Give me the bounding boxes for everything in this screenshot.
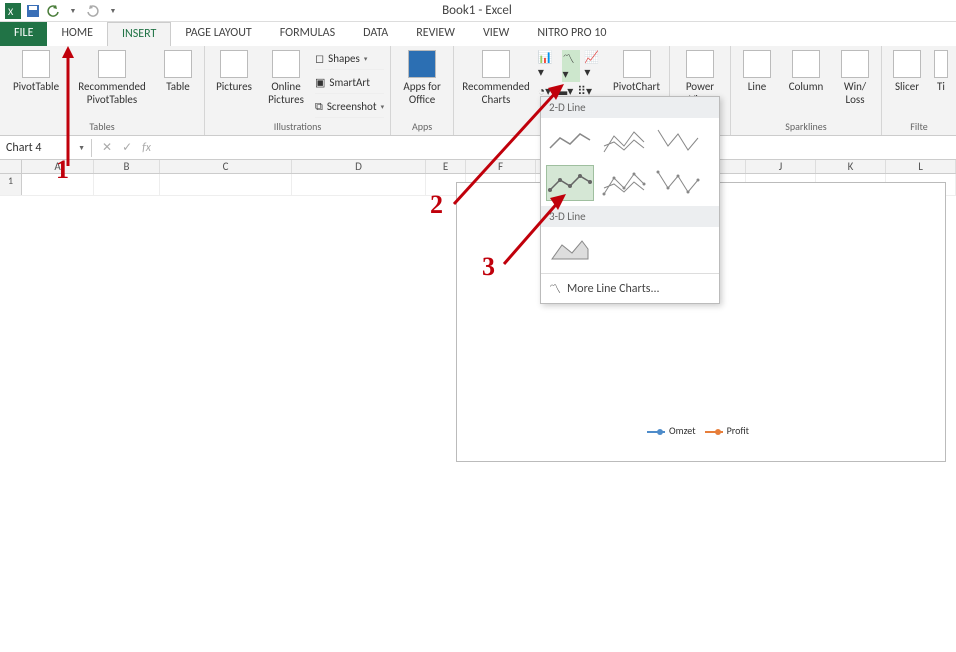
column-headers: A B C D E F G H I J K L xyxy=(0,160,956,174)
group-filters: Slicer Ti Filte xyxy=(882,46,956,135)
undo-icon[interactable] xyxy=(44,2,62,20)
col-F[interactable]: F xyxy=(466,160,536,173)
tab-file[interactable]: FILE xyxy=(0,22,47,46)
cell[interactable] xyxy=(22,174,94,195)
tab-data[interactable]: DATA xyxy=(349,22,402,46)
svg-text:X: X xyxy=(8,5,14,18)
chart-icon: 〽 xyxy=(549,280,561,297)
undo-dropdown-icon[interactable]: ▼ xyxy=(64,2,82,20)
group-illustrations: Pictures Online Pictures ◻Shapes ▾ ▣Smar… xyxy=(205,46,391,135)
col-B[interactable]: B xyxy=(94,160,160,173)
enter-icon[interactable]: ✓ xyxy=(122,140,132,155)
more-line-charts-button[interactable]: 〽More Line Charts... xyxy=(541,273,719,303)
spreadsheet-grid: A B C D E F G H I J K L 1 tle Omzet Prof… xyxy=(0,160,956,196)
col-D[interactable]: D xyxy=(292,160,426,173)
group-sparklines: Line Column Win/ Loss Sparklines xyxy=(731,46,882,135)
tab-pagelayout[interactable]: PAGE LAYOUT xyxy=(171,22,265,46)
shapes-icon: ◻ xyxy=(315,52,324,65)
col-C[interactable]: C xyxy=(160,160,292,173)
sparkline-winloss-button[interactable]: Win/ Loss xyxy=(835,48,875,120)
fx-icon[interactable]: fx xyxy=(142,141,151,155)
chart-bar-icon[interactable]: 📊▾ xyxy=(538,50,558,82)
group-label-sparklines: Sparklines xyxy=(737,120,875,133)
smartart-button[interactable]: ▣SmartArt xyxy=(315,72,384,94)
tab-home[interactable]: HOME xyxy=(47,22,107,46)
sparkline-column-button[interactable]: Column xyxy=(783,48,829,120)
line-3d-chart-type[interactable] xyxy=(547,233,593,267)
group-label-apps: Apps xyxy=(397,120,447,133)
tab-view[interactable]: VIEW xyxy=(469,22,523,46)
group-label-illustrations: Illustrations xyxy=(211,120,384,133)
line-chart-dropdown: 2-D Line 3-D Line 〽More Line Charts... xyxy=(540,96,720,304)
line-chart-type-2[interactable] xyxy=(601,124,647,158)
excel-icon: X xyxy=(4,2,22,20)
select-all-corner[interactable] xyxy=(0,160,22,173)
pivottable-button[interactable]: PivotTable xyxy=(6,48,66,120)
redo-dropdown-icon[interactable]: ▼ xyxy=(104,2,122,20)
sparkline-line-button[interactable]: Line xyxy=(737,48,777,120)
cell[interactable] xyxy=(160,174,292,195)
cell[interactable] xyxy=(94,174,160,195)
apps-for-office-button[interactable]: Apps for Office xyxy=(397,48,447,120)
line-chart-type-1[interactable] xyxy=(547,124,593,158)
group-apps: Apps for Office Apps xyxy=(391,46,454,135)
shapes-smartart-screenshot: ◻Shapes ▾ ▣SmartArt ⧉Screenshot ▾ xyxy=(315,48,384,120)
dropdown-section-2d: 2-D Line xyxy=(541,97,719,118)
group-tables: PivotTable Recommended PivotTables Table… xyxy=(0,46,205,135)
screenshot-button[interactable]: ⧉Screenshot ▾ xyxy=(315,96,384,118)
chart-line-icon[interactable]: 〽▾ xyxy=(562,50,581,82)
row-header[interactable]: 1 xyxy=(0,174,22,195)
tab-nitro[interactable]: NITRO PRO 10 xyxy=(523,22,620,46)
titlebar: X ▼ ▼ Book1 - Excel xyxy=(0,0,956,22)
col-A[interactable]: A xyxy=(22,160,94,173)
ribbon: PivotTable Recommended PivotTables Table… xyxy=(0,46,956,136)
timeline-button[interactable]: Ti xyxy=(932,48,950,120)
group-label-tables: Tables xyxy=(6,120,198,133)
line-chart-type-3[interactable] xyxy=(655,124,701,158)
tab-insert[interactable]: INSERT xyxy=(107,22,171,46)
line-chart-type-5[interactable] xyxy=(601,166,647,200)
col-K[interactable]: K xyxy=(816,160,886,173)
tab-review[interactable]: REVIEW xyxy=(402,22,469,46)
name-box[interactable]: Chart 4▼ xyxy=(0,139,92,157)
chart-legend: Omzet Profit xyxy=(461,424,935,437)
col-J[interactable]: J xyxy=(746,160,816,173)
formula-bar: Chart 4▼ ✕ ✓ fx xyxy=(0,136,956,160)
window-title: Book1 - Excel xyxy=(124,3,830,18)
chart-stock-icon[interactable]: 📈▾ xyxy=(584,50,604,82)
cell[interactable] xyxy=(292,174,426,195)
col-E[interactable]: E xyxy=(426,160,466,173)
screenshot-icon: ⧉ xyxy=(315,100,323,114)
recommended-pivottables-button[interactable]: Recommended PivotTables xyxy=(72,48,152,120)
pictures-button[interactable]: Pictures xyxy=(211,48,257,120)
recommended-charts-button[interactable]: Recommended Charts xyxy=(460,48,532,133)
redo-icon[interactable] xyxy=(84,2,102,20)
tab-formulas[interactable]: FORMULAS xyxy=(266,22,349,46)
line-chart-type-6[interactable] xyxy=(655,166,701,200)
slicer-button[interactable]: Slicer xyxy=(888,48,926,120)
group-label-filters: Filte xyxy=(888,120,950,133)
line-chart-type-4-selected[interactable] xyxy=(547,166,593,200)
save-icon[interactable] xyxy=(24,2,42,20)
table-button[interactable]: Table xyxy=(158,48,198,120)
smartart-icon: ▣ xyxy=(315,76,325,89)
ribbon-tabs: FILE HOME INSERT PAGE LAYOUT FORMULAS DA… xyxy=(0,22,956,46)
dropdown-section-3d: 3-D Line xyxy=(541,206,719,227)
cancel-icon[interactable]: ✕ xyxy=(102,140,112,155)
col-L[interactable]: L xyxy=(886,160,956,173)
shapes-button[interactable]: ◻Shapes ▾ xyxy=(315,48,384,70)
online-pictures-button[interactable]: Online Pictures xyxy=(263,48,309,120)
